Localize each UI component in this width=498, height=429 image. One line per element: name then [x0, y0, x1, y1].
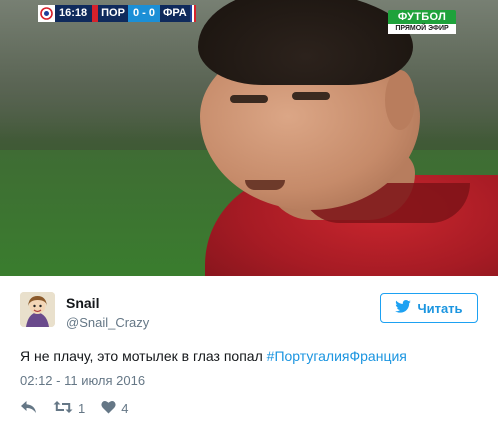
- tweet-text-body: Я не плачу, это мотылек в глаз попал: [20, 348, 267, 364]
- match-score: 0 - 0: [127, 5, 160, 22]
- tweet-timestamp[interactable]: 02:12 - 11 июля 2016: [20, 373, 145, 388]
- follow-button-label: Читать: [417, 300, 463, 316]
- france-flag-icon: [189, 5, 196, 22]
- match-clock: 16:18: [55, 5, 93, 22]
- like-button[interactable]: 4: [101, 400, 128, 417]
- channel-name: ФУТБОЛ: [388, 10, 456, 24]
- euro-2016-logo-icon: [38, 5, 55, 22]
- user-handle[interactable]: @Snail_Crazy: [66, 315, 149, 330]
- retweet-count: 1: [78, 400, 86, 416]
- tweet-text: Я не плачу, это мотылек в глаз попал #По…: [20, 348, 407, 364]
- heart-icon: [101, 400, 116, 417]
- home-team: ПОР: [98, 5, 128, 22]
- hashtag-link[interactable]: #ПортугалияФранция: [267, 348, 407, 364]
- reply-arrow-icon: [20, 400, 37, 417]
- tweet-actions: 1 4: [20, 400, 128, 416]
- reply-button[interactable]: [20, 400, 37, 417]
- channel-subtitle: ПРЯМОЙ ЭФИР: [388, 24, 456, 34]
- like-count: 4: [121, 400, 129, 416]
- retweet-icon: [53, 400, 73, 417]
- follow-button[interactable]: Читать: [380, 293, 478, 323]
- tweet-card: Snail @Snail_Crazy Читать Я не плачу, эт…: [0, 276, 498, 429]
- player-mouth: [245, 180, 285, 190]
- player-ear: [385, 70, 415, 130]
- tweet-photo[interactable]: 16:18 ПОР 0 - 0 ФРА ФУТБОЛ ПРЯМОЙ ЭФИР: [0, 0, 498, 276]
- retweet-button[interactable]: 1: [53, 400, 85, 417]
- player-left-brow: [230, 95, 268, 103]
- away-team: ФРА: [159, 5, 190, 22]
- player-hair: [198, 0, 413, 85]
- display-name[interactable]: Snail: [66, 295, 99, 311]
- avatar[interactable]: [20, 292, 55, 327]
- channel-logo: ФУТБОЛ ПРЯМОЙ ЭФИР: [388, 10, 456, 34]
- twitter-bird-icon: [395, 300, 412, 316]
- player-right-brow: [292, 92, 330, 100]
- match-scoreboard: 16:18 ПОР 0 - 0 ФРА: [38, 5, 196, 22]
